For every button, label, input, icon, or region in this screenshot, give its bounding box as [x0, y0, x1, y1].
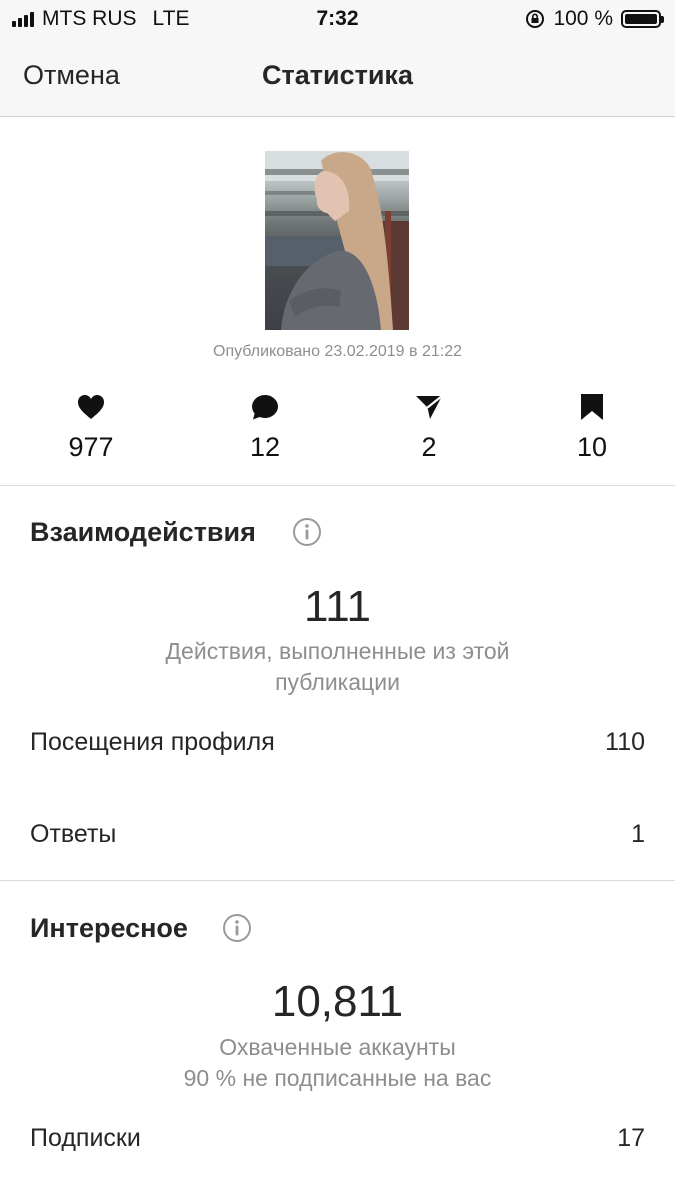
profile-visits-label: Посещения профиля	[30, 728, 275, 756]
shares-metric: 2	[369, 392, 489, 463]
reach-caption-line2: 90 % не подписанные на вас	[183, 1065, 492, 1091]
status-bar: MTS RUS LTE 7:32 100 %	[0, 0, 675, 38]
reach-caption-line1: Охваченные аккаунты	[219, 1034, 456, 1060]
divider	[0, 880, 675, 881]
nav-bar: Отмена Статистика	[0, 38, 675, 117]
battery-percent: 100 %	[553, 7, 613, 30]
bookmark-icon	[581, 394, 603, 420]
interactions-caption-line2: публикации	[275, 669, 400, 695]
profile-visits-value: 110	[605, 728, 645, 756]
discovery-title: Интересное	[30, 913, 188, 943]
comments-metric: 12	[205, 392, 325, 463]
interactions-title: Взаимодействия	[30, 517, 256, 547]
heart-icon	[78, 395, 104, 419]
status-right: 100 %	[525, 7, 664, 31]
orientation-lock-icon	[526, 10, 545, 28]
interactions-caption-line1: Действия, выполненные из этой	[165, 638, 510, 664]
info-icon[interactable]	[222, 913, 252, 943]
comments-count: 12	[249, 432, 281, 462]
likes-count: 977	[68, 432, 114, 462]
replies-value: 1	[631, 820, 645, 848]
engagement-metrics: 977 12 2 10	[0, 392, 675, 472]
saves-count: 10	[576, 432, 608, 462]
likes-metric: 977	[31, 392, 151, 463]
published-date: Опубликовано 23.02.2019 в 21:22	[213, 343, 462, 360]
divider	[0, 485, 675, 486]
follows-label: Подписки	[30, 1124, 141, 1152]
post-thumbnail	[265, 151, 409, 330]
replies-label: Ответы	[30, 820, 117, 848]
shares-count: 2	[421, 432, 437, 462]
battery-icon	[621, 10, 664, 28]
comment-icon	[252, 395, 278, 420]
reach-total: 10,811	[271, 977, 404, 1026]
follows-value: 17	[617, 1124, 645, 1152]
cancel-button[interactable]: Отмена	[23, 60, 120, 91]
saves-metric: 10	[532, 392, 652, 463]
info-icon[interactable]	[292, 517, 322, 547]
send-icon	[416, 395, 443, 419]
interactions-total: 111	[304, 582, 371, 631]
insights-screen: MTS RUS LTE 7:32 100 % Отмена Статистика	[0, 0, 675, 1200]
